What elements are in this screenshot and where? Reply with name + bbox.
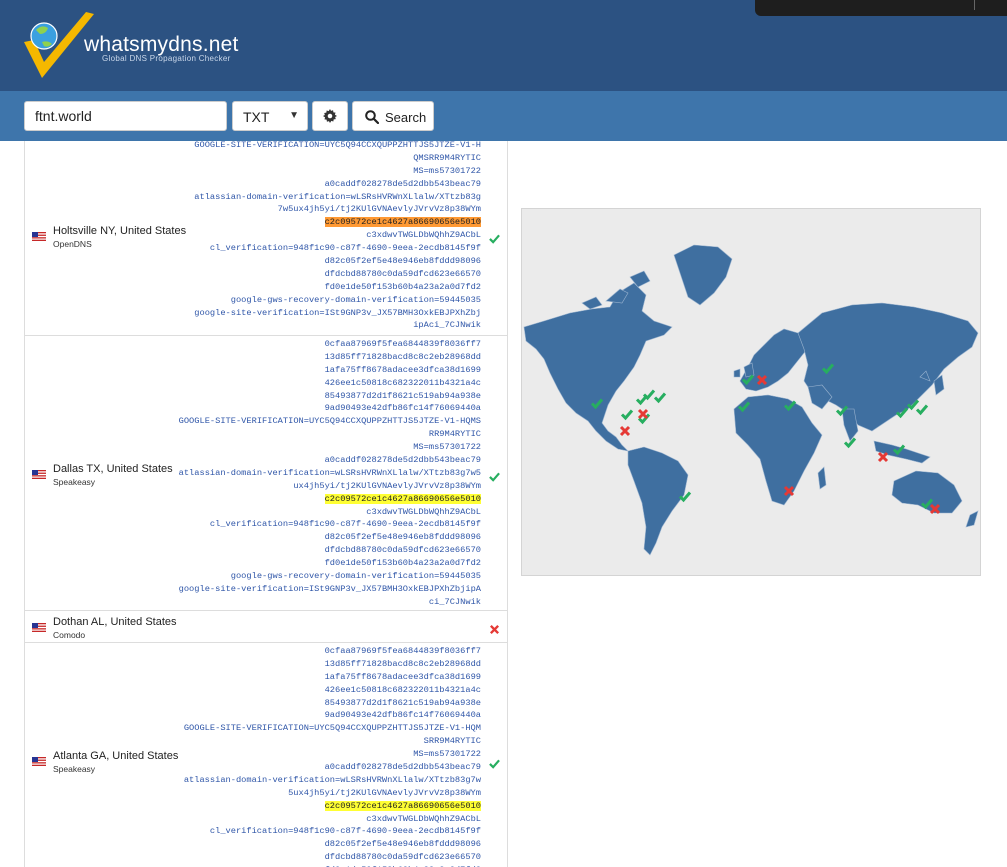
txt-record: c2c09572ce1c4627a86690656e5010 xyxy=(324,800,481,811)
txt-record: d82c05f2ef5e48e946eb8fddd98096 xyxy=(324,532,481,543)
gear-icon xyxy=(323,109,337,123)
txt-record: c3xdwvTWGLDbWQhhZ9ACbL xyxy=(366,230,481,241)
txt-record: cl_verification=948f1c90-c87f-4690-9eea-… xyxy=(209,243,481,254)
txt-record: 9ad90493e42dfb86fc14f76069440a xyxy=(324,403,481,414)
txt-record: c3xdwvTWGLDbWQhhZ9ACbL xyxy=(366,813,481,824)
txt-record: GOOGLE-SITE-VERIFICATION=UYC5Q94CCXQUPPZ… xyxy=(194,141,481,150)
us-flag-icon xyxy=(32,466,46,479)
txt-record: 9ad90493e42dfb86fc14f76069440a xyxy=(324,710,481,721)
txt-record: 0cfaa87969f5fea6844839f8036ff7 xyxy=(324,646,481,656)
txt-record: google-gws-recovery-domain-verification=… xyxy=(230,571,481,582)
txt-record: dfdcbd88780c0da59dfcd623e66570 xyxy=(324,852,481,863)
location-name: Dothan AL, United States xyxy=(53,616,177,628)
search-button-label: Search xyxy=(385,110,427,125)
txt-record: 426ee1c50818c682322011b4321a4c xyxy=(324,684,481,695)
txt-record: dfdcbd88780c0da59dfcd623e66570 xyxy=(324,268,481,279)
txt-record: SRR9M4RYTIC xyxy=(423,736,481,747)
txt-record: 85493877d2d1f8621c519ab94a938e xyxy=(324,697,481,708)
txt-record: a0caddf028278de5d2dbb543beac79 xyxy=(324,762,481,773)
map-checkmark-icon xyxy=(620,409,634,421)
txt-record: QMSRR9M4RYTIC xyxy=(413,152,481,163)
txt-record: MS=ms57301722 xyxy=(413,165,481,176)
txt-record: GOOGLE-SITE-VERIFICATION=UYC5Q94CCXQUPPZ… xyxy=(183,723,481,734)
map-checkmark-icon xyxy=(653,392,667,404)
txt-records: 0cfaa87969f5fea6844839f8036ff7 13d85ff718… xyxy=(184,645,481,867)
checkmark-icon xyxy=(489,756,500,769)
txt-record: fd0e1de50f153b60b4a23a2a0d7fd2 xyxy=(324,558,481,569)
txt-record: cl_verification=948f1c90-c87f-4690-9eea-… xyxy=(209,519,481,530)
txt-record: google-site-verification=ISt9GNP3v_JX57B… xyxy=(194,307,481,318)
provider-name: Speakeasy xyxy=(53,476,96,487)
checkmark-icon xyxy=(489,469,500,482)
location-name: Dallas TX, United States xyxy=(53,462,173,475)
txt-record: a0caddf028278de5d2dbb543beac79 xyxy=(324,455,481,466)
location-name: Atlanta GA, United States xyxy=(53,750,179,762)
txt-record: google-site-verification=ISt9GNP3v_JX57B… xyxy=(178,583,481,594)
txt-record: ux4jh5yi/tj2KUlGVNAevlyJVrvVz8p38WYm xyxy=(293,480,481,491)
result-row: Holtsville NY, United States OpenDNS GOOGL… xyxy=(25,141,507,335)
txt-record: d82c05f2ef5e48e946eb8fddd98096 xyxy=(324,839,481,850)
logo-tagline: Global DNS Propagation Checker xyxy=(102,54,231,63)
txt-records: 0cfaa87969f5fea6844839f8036ff7 13d85ff718… xyxy=(179,338,481,609)
map-checkmark-icon xyxy=(642,389,656,401)
search-icon xyxy=(365,110,379,124)
txt-record: 7w5ux4jh5yi/tj2KUlGVNAevlyJVrvVz8p38WYm xyxy=(277,204,481,215)
domain-input[interactable] xyxy=(24,101,227,131)
map-cross-icon xyxy=(877,451,889,463)
txt-record: cl_verification=948f1c90-c87f-4690-9eea-… xyxy=(209,826,481,837)
chevron-down-icon: ▼ xyxy=(289,110,299,121)
record-type-value: TXT xyxy=(243,109,270,125)
record-type-select[interactable]: TXT ▼ xyxy=(232,101,308,131)
map-cross-icon xyxy=(637,408,649,420)
txt-record: 5ux4jh5yi/tj2KUlGVNAevlyJVrvVz8p38WYm xyxy=(288,787,481,798)
results-list[interactable]: Holtsville NY, United States OpenDNS GOOGL… xyxy=(24,141,508,867)
txt-record: ci_7CJNwik xyxy=(428,596,481,607)
txt-record: atlassian-domain-verification=wLSRsHVRWn… xyxy=(194,191,481,202)
txt-record: ipAci_7CJNwik xyxy=(413,320,481,331)
world-map-svg xyxy=(523,244,979,556)
txt-record: RR9M4RYTIC xyxy=(428,429,481,440)
txt-record: atlassian-domain-verification=wLSRsHVRWn… xyxy=(178,467,481,478)
txt-record: 85493877d2d1f8621c519ab94a938e xyxy=(324,390,481,401)
result-row: Atlanta GA, United States Speakeasy 0cfaa8… xyxy=(25,642,507,867)
provider-name: OpenDNS xyxy=(53,239,92,249)
txt-record: google-gws-recovery-domain-verification=… xyxy=(230,294,481,305)
browser-overlay-strip xyxy=(755,0,1007,16)
txt-record: 13d85ff71828bacd8c8c2eb28968dd xyxy=(324,351,481,362)
provider-name: Comodo xyxy=(53,630,86,640)
txt-record: GOOGLE-SITE-VERIFICATION=UYC5Q94CCXQUPPZ… xyxy=(178,416,481,427)
txt-record: 1afa75ff8678adacee3dfca38d1699 xyxy=(324,364,481,375)
txt-record: c3xdwvTWGLDbWQhhZ9ACbL xyxy=(366,506,481,517)
map-checkmark-icon xyxy=(915,404,929,416)
us-flag-icon xyxy=(32,619,46,632)
settings-button[interactable] xyxy=(312,101,348,131)
txt-record: 1afa75ff8678adacee3dfca38d1699 xyxy=(324,671,481,682)
result-row: Dallas TX, United States Speakeasy 0cfaa87… xyxy=(25,335,507,610)
txt-record: a0caddf028278de5d2dbb543beac79 xyxy=(324,178,481,189)
txt-record: c2c09572ce1c4627a86690656e5010 xyxy=(324,217,481,228)
cross-icon xyxy=(489,622,500,635)
txt-record: atlassian-domain-verification=wLSRsHVRWn… xyxy=(183,774,481,785)
txt-record: 13d85ff71828bacd8c8c2eb28968dd xyxy=(324,658,481,669)
logo[interactable]: whatsmydns.net Global DNS Propagation Ch… xyxy=(22,12,242,82)
result-row: Dothan AL, United States Comodo xyxy=(25,610,507,642)
txt-record: 426ee1c50818c682322011b4321a4c xyxy=(324,377,481,388)
location-name: Holtsville NY, United States xyxy=(53,225,187,237)
txt-record: 0cfaa87969f5fea6844839f8036ff7 xyxy=(324,339,481,349)
us-flag-icon xyxy=(32,753,46,766)
txt-record: d82c05f2ef5e48e946eb8fddd98096 xyxy=(324,256,481,267)
search-button[interactable]: Search xyxy=(352,101,434,131)
txt-records: GOOGLE-SITE-VERIFICATION=UYC5Q94CCXQUPPZ… xyxy=(194,141,481,332)
checkmark-icon xyxy=(489,231,500,244)
us-flag-icon xyxy=(32,228,46,241)
txt-record: MS=ms57301722 xyxy=(413,749,481,760)
txt-record: MS=ms57301722 xyxy=(413,442,481,453)
map-cross-icon xyxy=(619,425,631,437)
txt-record: dfdcbd88780c0da59dfcd623e66570 xyxy=(324,545,481,556)
provider-name: Speakeasy xyxy=(53,764,96,774)
txt-record: fd0e1de50f153b60b4a23a2a0d7fd2 xyxy=(324,281,481,292)
world-map xyxy=(521,208,981,576)
txt-record: c2c09572ce1c4627a86690656e5010 xyxy=(324,493,481,504)
